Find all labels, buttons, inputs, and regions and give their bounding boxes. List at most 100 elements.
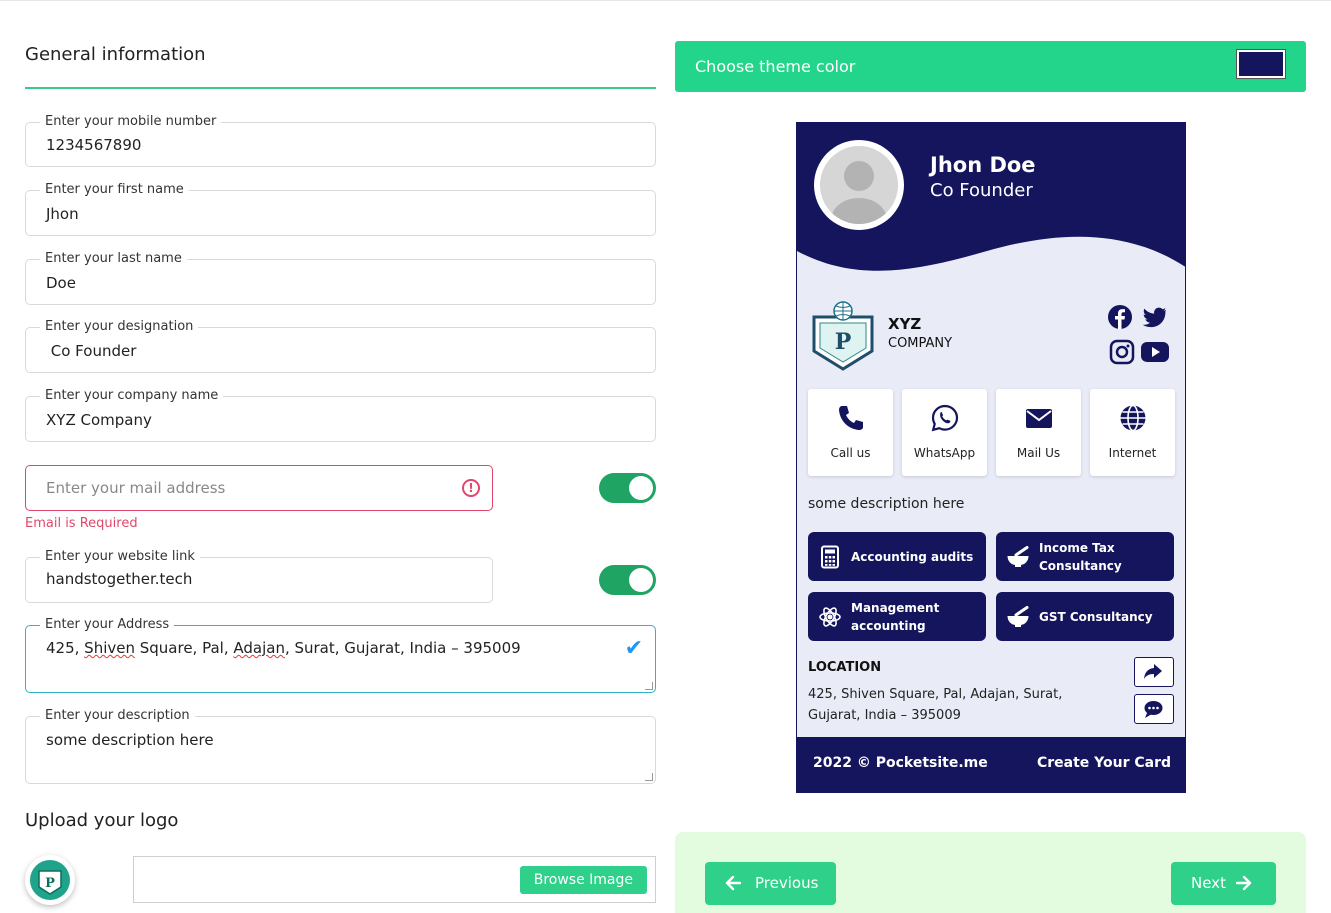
navigation-panel: Previous Next (675, 832, 1306, 913)
last-name-field-label: Enter your last name (40, 252, 187, 266)
first-name-field-value: Jhon (46, 205, 79, 223)
theme-color-label: Choose theme color (695, 57, 856, 76)
service-label: GST Consultancy (1039, 609, 1153, 624)
mortar-pestle-icon (1007, 606, 1029, 627)
email-error-message: Email is Required (25, 516, 138, 531)
first-name-field-label: Enter your first name (40, 183, 189, 197)
website-field-value: handstogether.tech (46, 570, 193, 588)
toggle-knob (629, 476, 653, 500)
email-field[interactable]: Enter your mail address ! (25, 465, 493, 511)
designation-field[interactable]: Enter your designation Co Founder (25, 320, 656, 373)
create-card-link[interactable]: Create Your Card (1037, 755, 1171, 771)
last-name-field[interactable]: Enter your last name Doe (25, 252, 656, 305)
previous-label: Previous (755, 874, 819, 892)
tile-label: WhatsApp (913, 446, 976, 460)
tile-label: Call us (830, 446, 871, 460)
logo-thumbnail: P (25, 855, 75, 905)
location-text: 425, Shiven Square, Pal, Adajan, Surat, … (808, 687, 1063, 723)
address-field-value: 425, Shiven Square, Pal, Adajan, Surat, … (46, 639, 521, 657)
service-label: Accounting audits (851, 549, 974, 564)
error-icon: ! (462, 479, 480, 497)
arrow-right-icon (1236, 875, 1252, 891)
youtube-icon[interactable] (1140, 339, 1170, 365)
mobile-field[interactable]: Enter your mobile number 1234567890 (25, 115, 656, 167)
next-button[interactable]: Next (1171, 862, 1276, 905)
card-footer: 2022 © Pocketsite.me Create Your Card (797, 737, 1185, 792)
mail-us-tile[interactable]: Mail Us (996, 389, 1081, 476)
avatar (814, 140, 904, 230)
previous-button[interactable]: Previous (705, 862, 836, 905)
internet-tile[interactable]: Internet (1090, 389, 1175, 476)
website-field[interactable]: Enter your website link handstogether.te… (25, 550, 493, 603)
card-name: Jhon Doe (930, 153, 1036, 177)
mobile-field-value: 1234567890 (46, 136, 142, 154)
mobile-field-label: Enter your mobile number (40, 115, 222, 129)
designation-field-label: Enter your designation (40, 320, 199, 334)
instagram-icon[interactable] (1109, 339, 1135, 365)
arrow-left-icon (725, 875, 741, 891)
address-field-label: Enter your Address (40, 618, 175, 632)
card-description: some description here (808, 496, 965, 512)
location-title: LOCATION (808, 660, 882, 675)
next-label: Next (1191, 874, 1226, 892)
email-field-placeholder: Enter your mail address (46, 479, 226, 497)
whatsapp-icon (931, 404, 959, 432)
first-name-field[interactable]: Enter your first name Jhon (25, 183, 656, 236)
browse-image-button[interactable]: Browse Image (519, 866, 647, 894)
whatsapp-tile[interactable]: WhatsApp (902, 389, 987, 476)
theme-color-picker[interactable] (1236, 49, 1286, 79)
message-button[interactable] (1134, 694, 1174, 724)
company-name-field-label: Enter your company name (40, 389, 224, 403)
description-field-value: some description here (46, 731, 214, 749)
upload-logo-title: Upload your logo (25, 810, 179, 831)
mail-icon (1026, 409, 1052, 428)
service-accounting-audits[interactable]: Accounting audits (808, 532, 986, 581)
twitter-icon[interactable] (1142, 304, 1168, 330)
phone-icon (839, 406, 863, 430)
last-name-field-value: Doe (46, 274, 76, 292)
calculator-icon (821, 545, 839, 569)
tile-label: Mail Us (1016, 446, 1061, 460)
check-icon: ✔ (624, 636, 643, 661)
designation-field-value: Co Founder (46, 342, 137, 360)
resize-handle[interactable] (645, 773, 653, 781)
user-silhouette-icon (831, 161, 887, 224)
card-designation: Co Founder (930, 180, 1033, 201)
company-name-field[interactable]: Enter your company name XYZ Company (25, 389, 656, 442)
company-subtitle: COMPANY (888, 336, 953, 351)
atom-gear-icon (819, 607, 841, 627)
service-management-accounting[interactable]: Management accounting (808, 592, 986, 641)
description-field[interactable]: Enter your description some description … (25, 709, 656, 784)
theme-color-bar: Choose theme color (675, 41, 1306, 92)
email-visibility-toggle[interactable] (599, 473, 656, 503)
company-name-field-value: XYZ Company (46, 411, 152, 429)
section-title-underline (25, 87, 656, 89)
section-title: General information (25, 44, 206, 65)
service-gst-consultancy[interactable]: GST Consultancy (996, 592, 1174, 641)
address-field[interactable]: Enter your Address 425, Shiven Square, P… (25, 618, 656, 693)
call-us-tile[interactable]: Call us (808, 389, 893, 476)
card-preview: Jhon Doe Co Founder P XYZ COMPANY Call u… (796, 122, 1186, 793)
website-field-label: Enter your website link (40, 550, 200, 564)
toggle-knob (629, 568, 653, 592)
globe-icon (1120, 404, 1146, 432)
company-logo: P (812, 301, 874, 371)
top-divider (0, 0, 1331, 1)
tile-label: Internet (1108, 446, 1157, 460)
logo-upload-input[interactable]: Browse Image (133, 856, 656, 903)
copyright-text: 2022 © Pocketsite.me (813, 755, 988, 771)
share-location-button[interactable] (1134, 657, 1174, 687)
company-name: XYZ (888, 315, 922, 333)
chat-bubble-icon (1144, 701, 1163, 718)
svg-text:P: P (45, 876, 55, 891)
service-income-tax[interactable]: Income Tax Consultancy (996, 532, 1174, 581)
description-field-label: Enter your description (40, 709, 195, 723)
facebook-icon[interactable] (1107, 304, 1133, 330)
service-label: Management accounting (851, 600, 940, 633)
share-arrow-icon (1144, 664, 1162, 679)
service-label: Income Tax Consultancy (1039, 540, 1122, 573)
website-visibility-toggle[interactable] (599, 565, 656, 595)
svg-text:P: P (835, 329, 852, 355)
resize-handle[interactable] (645, 682, 653, 690)
mortar-pestle-icon (1007, 546, 1029, 567)
